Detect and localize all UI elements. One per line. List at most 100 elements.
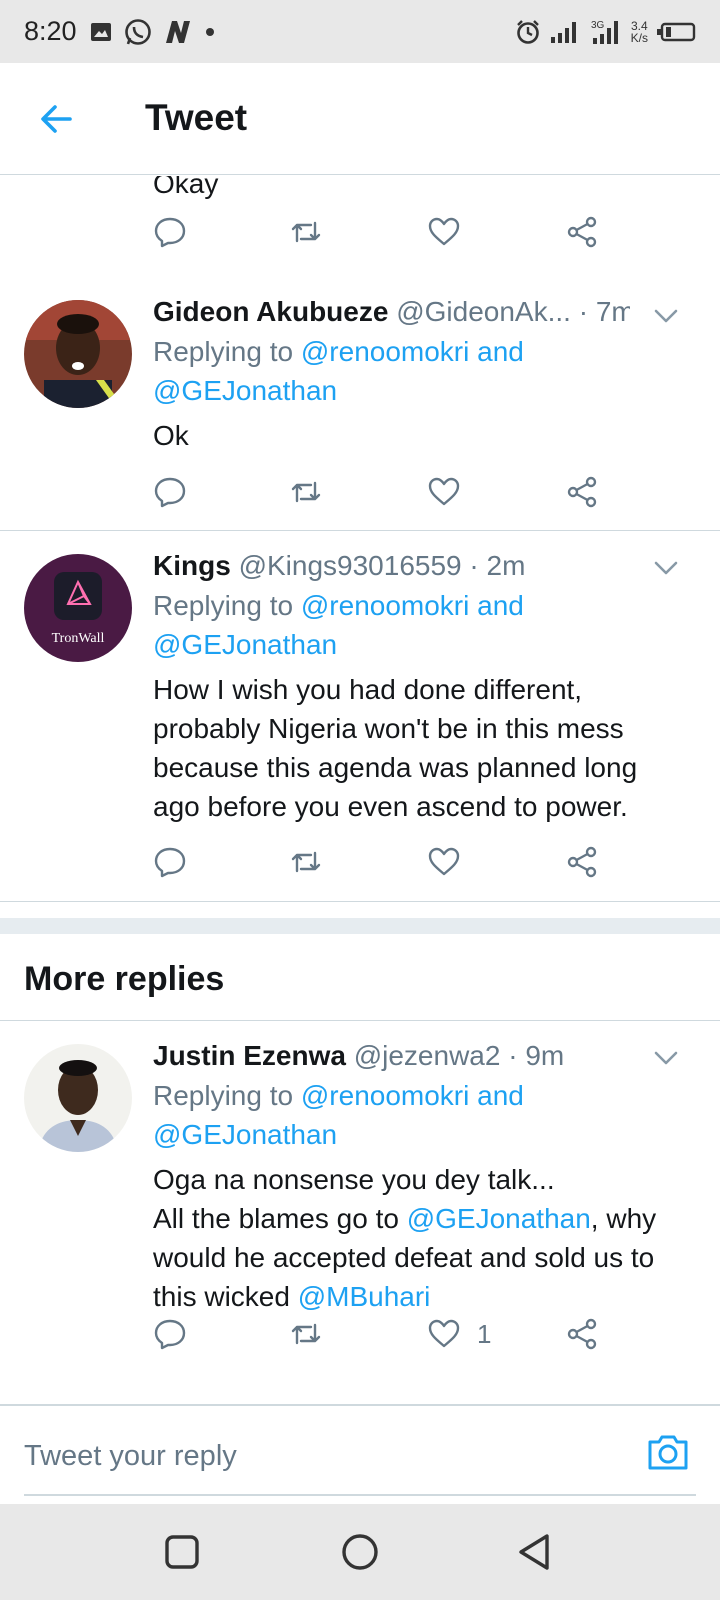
tweet-actions <box>153 842 623 882</box>
share-button[interactable] <box>565 472 599 512</box>
mention-link[interactable]: @renoomokri <box>301 590 469 621</box>
camera-button[interactable] <box>644 1428 692 1476</box>
mention-link[interactable]: @renoomokri <box>301 336 469 367</box>
tweet-actions <box>153 472 623 512</box>
mention-link[interactable]: @GEJonathan <box>153 1119 337 1150</box>
mention-link[interactable]: @GEJonathan <box>407 1203 591 1234</box>
display-name[interactable]: Justin Ezenwa <box>153 1040 346 1071</box>
tweet-time: · 2m <box>461 550 526 581</box>
chevron-down-icon[interactable] <box>652 302 680 330</box>
home-circle-icon[interactable] <box>340 1532 380 1572</box>
retweet-icon <box>291 481 321 503</box>
heart-icon <box>428 477 460 506</box>
tweet-header: Kings @Kings93016559 · 2m <box>153 546 660 586</box>
status-time: 8:20 <box>24 16 77 46</box>
share-button[interactable] <box>565 1314 599 1354</box>
share-icon <box>567 476 597 508</box>
tweet-content: Gideon Akubueze @GideonAk... · 7m Replyi… <box>153 292 630 455</box>
signal-3g-icon: 3G <box>591 20 618 44</box>
more-replies-title: More replies <box>24 960 225 998</box>
reply-button[interactable] <box>153 472 187 512</box>
more-replies-header: More replies <box>0 934 720 1021</box>
arrow-left-icon <box>41 105 72 133</box>
tweet-thread[interactable]: Okay Gideon Akubueze @GideonAk... · 7m R… <box>0 176 720 1404</box>
share-button[interactable] <box>565 212 599 252</box>
avatar[interactable] <box>24 300 132 408</box>
whatsapp-icon <box>124 18 151 45</box>
avatar-image <box>24 1044 132 1152</box>
share-icon <box>567 1318 597 1350</box>
retweet-button[interactable] <box>289 212 323 252</box>
tweet-header: Justin Ezenwa @jezenwa2 · 9m <box>153 1036 700 1076</box>
tweet-item[interactable]: Gideon Akubueze @GideonAk... · 7m Replyi… <box>0 276 720 531</box>
tweet-time: · 9m <box>500 1040 565 1071</box>
battery-icon <box>657 22 696 41</box>
reply-button[interactable] <box>153 1314 187 1354</box>
reply-icon <box>154 477 186 508</box>
back-triangle-icon[interactable] <box>515 1532 555 1572</box>
share-icon <box>567 216 597 248</box>
tweet-text: Okay <box>153 176 219 199</box>
page-title: Tweet <box>145 97 248 138</box>
system-nav-bar <box>0 1504 720 1600</box>
mention-link[interactable]: @GEJonathan <box>153 375 337 406</box>
reply-icon <box>154 1319 186 1350</box>
display-name[interactable]: Kings <box>153 550 231 581</box>
replying-to: Replying to @renoomokri and @GEJonathan <box>153 590 524 660</box>
like-button[interactable] <box>427 212 461 252</box>
section-divider <box>0 918 720 934</box>
recents-square-icon[interactable] <box>162 1532 202 1572</box>
heart-icon <box>428 847 460 876</box>
tweet-item[interactable]: TronWall Kings @Kings93016559 · 2m Reply… <box>0 532 720 902</box>
user-handle[interactable]: @GideonAk... <box>396 296 571 327</box>
top-app-bar: Tweet <box>0 63 720 175</box>
retweet-button[interactable] <box>289 1314 323 1354</box>
dot-icon <box>205 27 214 36</box>
share-button[interactable] <box>565 842 599 882</box>
reply-input[interactable] <box>24 1436 604 1476</box>
retweet-icon <box>291 1323 321 1345</box>
back-button[interactable] <box>32 95 80 143</box>
heart-icon <box>428 1319 460 1348</box>
svg-text:TronWall: TronWall <box>52 631 105 646</box>
tweet-text: Oga na nonsense you dey talk... All the b… <box>153 1164 657 1312</box>
status-bar: 8:20 3G 3.4 K/s <box>0 0 720 63</box>
reply-icon <box>154 217 186 248</box>
network-speed: 3.4 K/s <box>630 18 648 45</box>
avatar-image <box>24 300 132 408</box>
like-count: 1 <box>477 1318 492 1349</box>
avatar[interactable] <box>24 1044 132 1152</box>
like-button[interactable] <box>427 842 461 882</box>
alarm-icon <box>516 19 539 44</box>
image-icon <box>90 22 111 41</box>
user-handle[interactable]: @Kings93016559 <box>239 550 462 581</box>
tweet-text: How I wish you had done different, proba… <box>153 674 638 822</box>
tweet-text: Ok <box>153 420 189 451</box>
avatar[interactable]: TronWall <box>24 554 132 662</box>
signal-icon <box>550 21 576 43</box>
avatar-image: TronWall <box>24 554 132 662</box>
tweet-item[interactable]: Justin Ezenwa @jezenwa2 · 9m Replying to… <box>0 1022 720 1374</box>
reply-composer <box>0 1404 720 1501</box>
retweet-button[interactable] <box>289 472 323 512</box>
reply-button[interactable] <box>153 212 187 252</box>
like-button[interactable]: 1 <box>427 1314 491 1354</box>
camera-icon <box>648 1435 688 1470</box>
retweet-icon <box>291 221 321 243</box>
mention-link[interactable]: @GEJonathan <box>153 629 337 660</box>
display-name[interactable]: Gideon Akubueze <box>153 296 388 327</box>
like-button[interactable] <box>427 472 461 512</box>
tweet-actions <box>153 212 623 252</box>
tweet-actions: 1 <box>153 1314 623 1354</box>
share-icon <box>567 846 597 878</box>
mention-link[interactable]: @MBuhari <box>298 1281 431 1312</box>
retweet-button[interactable] <box>289 842 323 882</box>
reply-button[interactable] <box>153 842 187 882</box>
user-handle[interactable]: @jezenwa2 <box>354 1040 501 1071</box>
mention-link[interactable]: @renoomokri <box>301 1080 469 1111</box>
tweet-content: Justin Ezenwa @jezenwa2 · 9m Replying to… <box>153 1036 700 1316</box>
tweet-header: Gideon Akubueze @GideonAk... · 7m <box>153 292 630 332</box>
svg-text:3G: 3G <box>591 20 605 31</box>
heart-icon <box>428 217 460 246</box>
reply-underline <box>24 1494 696 1496</box>
